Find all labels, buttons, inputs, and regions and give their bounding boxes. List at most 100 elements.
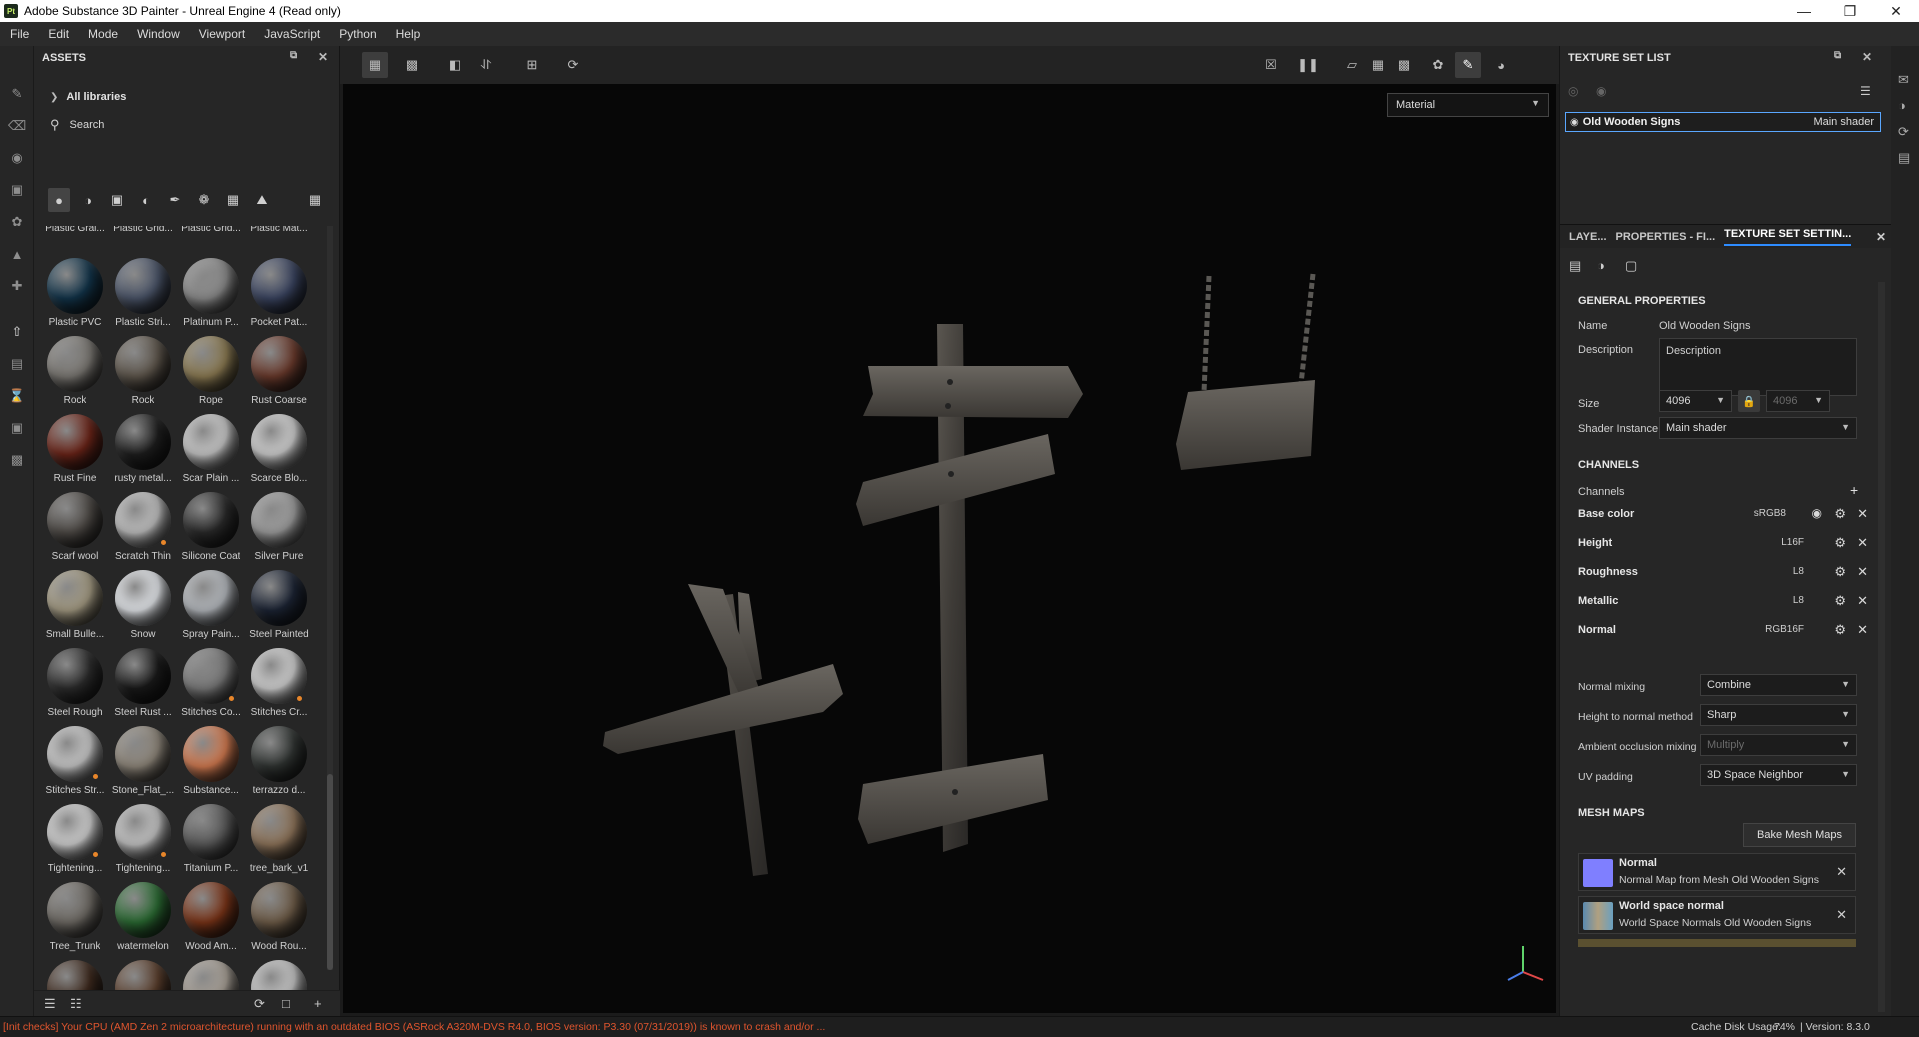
asset-tile[interactable]: terrazzo d...: [246, 726, 312, 804]
hide-all-icon[interactable]: ◎: [1568, 84, 1578, 98]
asset-tile[interactable]: Steel Rough: [42, 648, 108, 726]
add-channel-icon[interactable]: +: [1850, 482, 1858, 498]
shelf-icon[interactable]: ▩: [9, 452, 25, 468]
channel-format[interactable]: RGB16F: [1765, 624, 1804, 635]
texture-set-row[interactable]: ◉ Old Wooden Signs Main shader: [1565, 112, 1881, 132]
asset-tile[interactable]: Titanium P...: [178, 804, 244, 882]
asset-tile[interactable]: Pocket Pat...: [246, 258, 312, 336]
close-icon[interactable]: ✕: [1873, 0, 1919, 22]
history-icon[interactable]: ⟳: [1898, 124, 1914, 140]
channel-format[interactable]: L8: [1793, 566, 1804, 577]
close-panel-icon[interactable]: ✕: [1862, 50, 1872, 64]
remove-icon[interactable]: ✕: [1836, 864, 1847, 880]
filter-textures-icon[interactable]: ▦: [222, 188, 244, 212]
refresh-icon[interactable]: ⟳: [254, 996, 265, 1012]
gear-icon[interactable]: ⚙: [1834, 593, 1846, 609]
asset-tile[interactable]: Plastic Grai...: [42, 226, 108, 242]
view-3d-icon[interactable]: ▦: [1369, 56, 1387, 74]
menu-python[interactable]: Python: [339, 27, 376, 41]
asset-tile[interactable]: Substance...: [178, 726, 244, 804]
paint-mode-icon[interactable]: ✎: [1455, 52, 1481, 78]
view-2d-icon[interactable]: ▱: [1343, 56, 1361, 74]
name-value[interactable]: Old Wooden Signs: [1659, 320, 1751, 332]
tab-texture-set-settings[interactable]: TEXTURE SET SETTIN...: [1724, 228, 1852, 246]
new-folder-icon[interactable]: □: [282, 996, 290, 1011]
asset-tile[interactable]: Tightening...: [42, 804, 108, 882]
asset-tile[interactable]: Silicone Coat: [178, 492, 244, 570]
show-all-icon[interactable]: ◉: [1596, 84, 1606, 98]
uv-settings-icon[interactable]: ▢: [1625, 258, 1637, 274]
asset-scrollthumb[interactable]: [327, 774, 333, 970]
channel-format[interactable]: L16F: [1781, 537, 1804, 548]
asset-tile[interactable]: Scar Plain ...: [178, 414, 244, 492]
remove-icon[interactable]: ✕: [1857, 564, 1868, 580]
asset-tile[interactable]: Scarce Blo...: [246, 414, 312, 492]
grid-snap-icon[interactable]: ▦: [362, 52, 388, 78]
asset-tile[interactable]: Rust Coarse: [246, 336, 312, 414]
asset-tile[interactable]: Plastic Mat...: [246, 226, 312, 242]
channel-format[interactable]: sRGB8: [1754, 508, 1786, 519]
polygon-fill-icon[interactable]: ▣: [9, 182, 25, 198]
menu-viewport[interactable]: Viewport: [199, 27, 245, 41]
size-select[interactable]: 4096 ▼: [1659, 390, 1732, 412]
asset-tile[interactable]: Stitches Str...: [42, 726, 108, 804]
close-panel-icon[interactable]: ✕: [318, 50, 328, 64]
tab-properties[interactable]: PROPERTIES - FI...: [1616, 231, 1716, 243]
asset-tile[interactable]: Tree_Trunk: [42, 882, 108, 960]
filter-brushes-icon[interactable]: ✒: [164, 188, 186, 212]
menu-javascript[interactable]: JavaScript: [264, 27, 320, 41]
comment-icon[interactable]: ✉: [1898, 72, 1914, 88]
log-icon[interactable]: ▤: [1898, 150, 1914, 166]
asset-tile[interactable]: Plastic Stri...: [110, 258, 176, 336]
undock-icon[interactable]: ⧉: [1834, 50, 1841, 61]
normal-mixing-select[interactable]: Combine ▼: [1700, 674, 1857, 696]
channel-row[interactable]: Height L16F ⚙ ✕: [1578, 533, 1874, 555]
menu-file[interactable]: File: [10, 27, 29, 41]
asset-tile[interactable]: Wood Rou...: [246, 882, 312, 960]
channel-row[interactable]: Metallic L8 ⚙ ✕: [1578, 591, 1874, 613]
texture-set-settings-icon[interactable]: ▤: [1569, 258, 1581, 274]
viewport-3d[interactable]: Material ▼: [343, 84, 1556, 1013]
filter-smart-materials-icon[interactable]: ◑: [77, 188, 99, 212]
shader-icon[interactable]: ◑: [1898, 98, 1914, 114]
shader-instance-select[interactable]: Main shader ▼: [1659, 417, 1857, 439]
menu-icon[interactable]: ☰: [1860, 84, 1871, 98]
grid-view-icon[interactable]: ▦: [304, 188, 326, 212]
add-icon[interactable]: +: [314, 996, 322, 1011]
asset-tile[interactable]: Scratch Thin: [110, 492, 176, 570]
mirror-icon[interactable]: ⥯: [477, 56, 495, 74]
uv-padding-select[interactable]: 3D Space Neighbor ▼: [1700, 764, 1857, 786]
minimize-icon[interactable]: —: [1781, 0, 1827, 22]
asset-tile[interactable]: Plastic Grid...: [178, 226, 244, 242]
menu-help[interactable]: Help: [396, 27, 421, 41]
camera-icon[interactable]: ▩: [1395, 56, 1413, 74]
bake-icon[interactable]: ▤: [9, 356, 25, 372]
symmetry-icon[interactable]: ◧: [446, 56, 464, 74]
channel-format[interactable]: L8: [1793, 595, 1804, 606]
asset-tile[interactable]: Spray Pain...: [178, 570, 244, 648]
remove-icon[interactable]: ✕: [1857, 593, 1868, 609]
reset-camera-icon[interactable]: ⟳: [564, 56, 582, 74]
sort-icon[interactable]: ☷: [70, 996, 82, 1012]
asset-tile[interactable]: Plastic Grid...: [110, 226, 176, 242]
height-to-normal-select[interactable]: Sharp ▼: [1700, 704, 1857, 726]
properties-scrollbar[interactable]: [1878, 282, 1885, 1012]
menu-window[interactable]: Window: [137, 27, 180, 41]
undock-icon[interactable]: ⧉: [290, 50, 297, 61]
projection-icon[interactable]: ◉: [9, 150, 25, 166]
channel-row[interactable]: Normal RGB16F ⚙ ✕: [1578, 620, 1874, 642]
eraser-icon[interactable]: ⌫: [8, 118, 26, 134]
tab-layers[interactable]: LAYE...: [1569, 231, 1607, 243]
menu-edit[interactable]: Edit: [48, 27, 69, 41]
export-icon[interactable]: ⇧: [9, 324, 25, 340]
asset-tile[interactable]: Silver Pure: [246, 492, 312, 570]
smudge-icon[interactable]: ✿: [9, 214, 25, 230]
gear-icon[interactable]: ⚙: [1834, 622, 1846, 638]
close-tab-icon[interactable]: ✕: [1876, 230, 1886, 244]
gear-icon[interactable]: ⚙: [1834, 535, 1846, 551]
shader-settings-icon[interactable]: ◑: [1597, 258, 1605, 273]
asset-tile[interactable]: Rust Fine: [42, 414, 108, 492]
channel-row[interactable]: Base color sRGB8 ◉ ⚙ ✕: [1578, 504, 1874, 526]
asset-tile[interactable]: Tightening...: [110, 804, 176, 882]
asset-tile[interactable]: Platinum P...: [178, 258, 244, 336]
